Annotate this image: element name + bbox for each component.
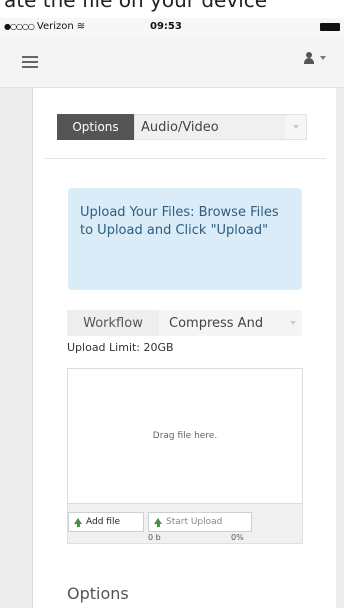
upload-limit: Upload Limit: 20GB [67,341,174,354]
battery-icon [320,23,340,31]
options-select[interactable]: Audio/Video [134,114,307,140]
user-menu-button[interactable] [304,52,326,64]
divider [44,158,326,159]
start-upload-button[interactable]: Start Upload [148,512,252,532]
workflow-select-value: Compress And [169,315,264,331]
options-heading: Options [67,584,129,603]
upload-size: 0 b [148,533,161,542]
start-upload-label: Start Upload [166,517,223,527]
file-drop-zone[interactable]: Drag file here. [67,368,303,504]
wifi-icon: ≋ [76,21,86,32]
upload-percent: 0% [231,533,244,542]
add-file-button[interactable]: Add file [68,512,144,532]
hamburger-icon[interactable] [22,56,38,68]
options-select-row: Options Audio/Video [57,114,307,140]
chevron-down-icon [284,310,302,336]
upload-instructions-callout: Upload Your Files: Browse Files to Uploa… [68,188,302,290]
carrier-name: Verizon [36,21,74,32]
chevron-down-icon [286,115,306,139]
workflow-label: Workflow [67,310,159,336]
signal-dots-icon: ●○○○○ [4,22,35,31]
workflow-select-row: Workflow Compress And [67,310,302,336]
chevron-down-icon [320,56,326,60]
uploader-toolbar: Add file Start Upload 0 b 0% [67,504,303,544]
status-bar: ●○○○○ Verizon ≋ 09:53 [0,18,344,36]
upload-arrow-icon [153,517,163,527]
add-file-label: Add file [86,517,120,527]
dropzone-text: Drag file here. [152,431,218,441]
upload-arrow-icon [73,517,83,527]
status-left: ●○○○○ Verizon ≋ [4,21,85,32]
options-select-value: Audio/Video [141,119,219,135]
callout-text: Upload Your Files: Browse Files to Uploa… [80,205,279,238]
top-caption: ate the file on your device [4,0,268,12]
user-icon [304,52,314,64]
workflow-select[interactable]: Compress And [159,310,302,336]
navbar [0,36,344,88]
options-label: Options [57,114,134,140]
status-time: 09:53 [150,21,182,32]
